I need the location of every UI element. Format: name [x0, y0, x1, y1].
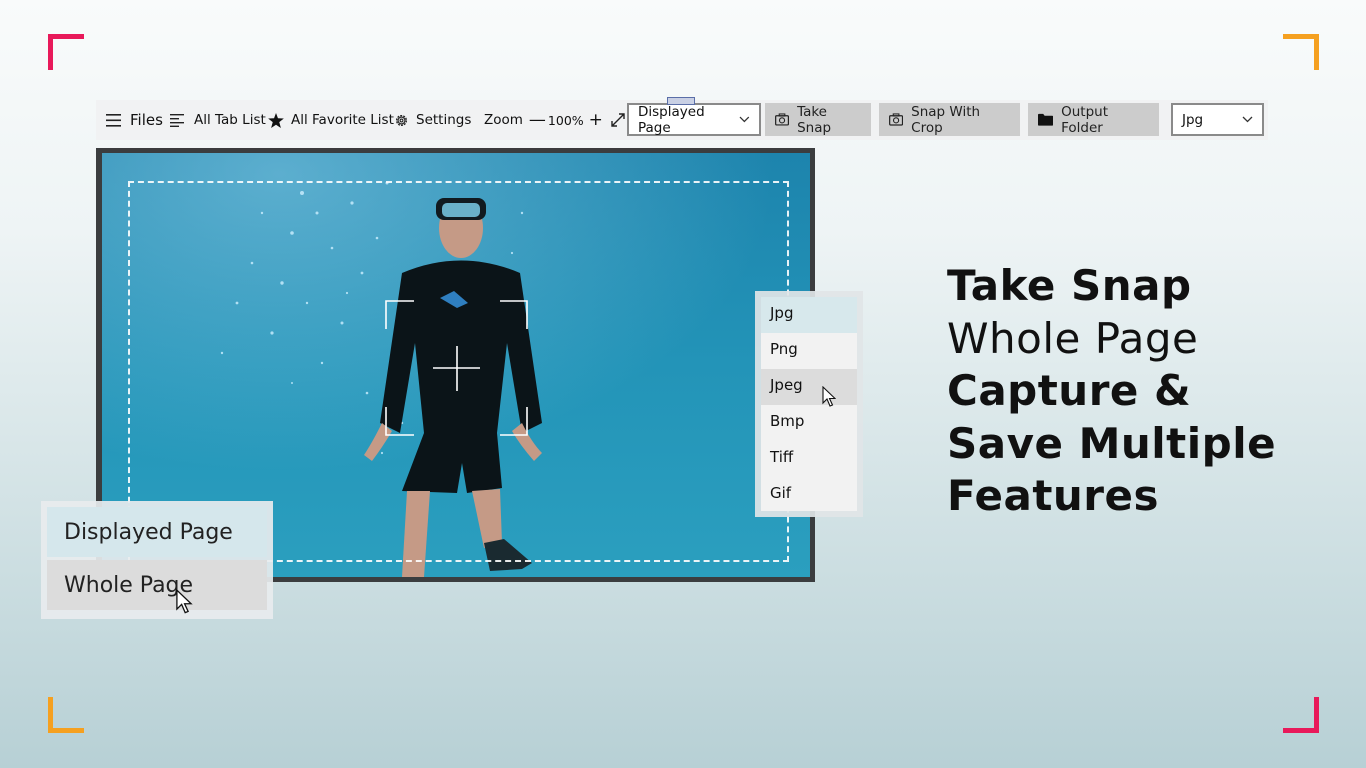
corner-bracket-bottom-left: [48, 697, 84, 733]
snap-with-crop-label: Snap With Crop: [911, 103, 981, 136]
feature-headline: Take Snap Whole Page Capture & Save Mult…: [947, 260, 1347, 523]
mode-option-displayed-page[interactable]: Displayed Page: [47, 507, 267, 557]
settings-button[interactable]: Settings: [394, 100, 484, 140]
zoom-in-button[interactable]: +: [589, 111, 603, 129]
format-option-png[interactable]: Png: [761, 333, 857, 369]
zoom-value: 100%: [547, 112, 584, 128]
toolbar: Files All Tab List All Favorite List Set…: [96, 97, 1268, 140]
expand-icon[interactable]: [610, 113, 625, 127]
list-icon: [170, 113, 184, 127]
format-value: Jpg: [1182, 111, 1204, 128]
capture-mode-list: Displayed Page Whole Page: [41, 501, 273, 619]
corner-bracket-top-left: [48, 34, 84, 70]
zoom-control: Zoom — 100% +: [484, 111, 625, 129]
all-favorite-list-button[interactable]: All Favorite List: [268, 100, 394, 140]
chevron-down-icon: [739, 116, 750, 123]
format-option-jpeg[interactable]: Jpeg: [761, 369, 857, 405]
dropdown-drag-handle: [667, 97, 695, 105]
corner-bracket-bottom-right: [1283, 697, 1319, 733]
format-option-tiff[interactable]: Tiff: [761, 441, 857, 477]
capture-mode-value: Displayed Page: [638, 103, 705, 136]
headline-line-1: Take Snap: [947, 261, 1192, 310]
mouse-pointer-icon: [176, 589, 193, 614]
files-label: Files: [130, 111, 163, 129]
output-folder-button[interactable]: Output Folder: [1028, 103, 1159, 136]
headline-line-4: Save Multiple: [947, 418, 1277, 468]
take-snap-button[interactable]: Take Snap: [765, 103, 871, 136]
zoom-out-button[interactable]: —: [529, 111, 546, 129]
gear-icon: [395, 114, 408, 126]
mouse-pointer-icon: [822, 386, 836, 407]
camera-icon: [775, 113, 790, 126]
take-snap-label: Take Snap: [797, 103, 832, 136]
format-option-bmp[interactable]: Bmp: [761, 405, 857, 441]
all-tab-list-label: All Tab List: [194, 112, 266, 128]
capture-mode-dropdown[interactable]: Displayed Page: [627, 103, 761, 136]
all-favorite-list-label: All Favorite List: [291, 112, 394, 128]
camera-icon: [889, 113, 904, 126]
format-option-gif[interactable]: Gif: [761, 477, 857, 513]
folder-icon: [1038, 113, 1054, 126]
settings-label: Settings: [416, 112, 472, 128]
chevron-down-icon: [1242, 116, 1253, 123]
output-folder-label: Output Folder: [1061, 103, 1109, 136]
files-button[interactable]: Files: [96, 100, 170, 140]
headline-line-3: Capture &: [947, 366, 1192, 415]
format-option-jpg[interactable]: Jpg: [761, 297, 857, 333]
mode-option-whole-page[interactable]: Whole Page: [47, 560, 267, 610]
format-dropdown[interactable]: Jpg: [1171, 103, 1264, 136]
headline-line-5: Features: [947, 471, 1159, 520]
headline-line-2: Whole Page: [947, 313, 1199, 363]
zoom-label: Zoom: [484, 112, 523, 128]
star-icon: [268, 112, 284, 128]
hamburger-icon: [106, 113, 121, 127]
format-dropdown-list: Jpg Png Jpeg Bmp Tiff Gif: [755, 291, 863, 517]
corner-bracket-top-right: [1283, 34, 1319, 70]
all-tab-list-button[interactable]: All Tab List: [170, 100, 268, 140]
snap-with-crop-button[interactable]: Snap With Crop: [879, 103, 1020, 136]
